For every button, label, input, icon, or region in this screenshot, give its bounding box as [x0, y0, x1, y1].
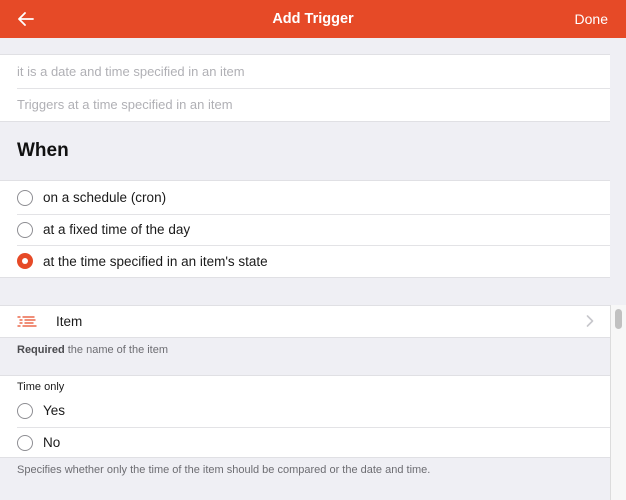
option-label: at a fixed time of the day: [43, 222, 191, 237]
radio-checked-icon: [17, 253, 33, 269]
option-fixed-time[interactable]: at a fixed time of the day: [0, 214, 610, 245]
option-schedule-cron[interactable]: on a schedule (cron): [0, 181, 610, 214]
option-label: at the time specified in an item's state: [43, 253, 268, 269]
item-help-text: Required the name of the item: [17, 344, 168, 356]
item-label: Item: [56, 314, 83, 329]
navbar: Add Trigger Done: [0, 0, 626, 38]
option-time-only-yes[interactable]: Yes: [0, 394, 610, 427]
time-only-group: Time only Yes No: [0, 375, 610, 458]
when-options-group: on a schedule (cron) at a fixed time of …: [0, 180, 610, 278]
option-time-only-no[interactable]: No: [0, 427, 610, 458]
time-only-label: Time only: [17, 381, 65, 393]
radio-unchecked-icon: [17, 434, 33, 451]
required-label: Required: [17, 344, 65, 356]
description-field[interactable]: Triggers at a time specified in an item: [0, 88, 610, 121]
when-section-header: When: [0, 122, 610, 180]
item-group: Item: [0, 305, 610, 338]
description-field-placeholder: Triggers at a time specified in an item: [17, 97, 233, 112]
radio-unchecked-icon: [17, 221, 33, 238]
scrollbar-thumb[interactable]: [615, 309, 622, 329]
arrow-left-icon: [18, 12, 34, 26]
item-selector[interactable]: Item: [0, 306, 610, 337]
radio-unchecked-icon: [17, 402, 33, 419]
time-only-help-text: Specifies whether only the time of the i…: [17, 464, 431, 476]
chevron-right-icon: [586, 315, 594, 327]
trigger-fields-group: it is a date and time specified in an it…: [0, 54, 610, 122]
option-item-state-time[interactable]: at the time specified in an item's state: [0, 245, 610, 277]
page-title: Add Trigger: [272, 11, 354, 27]
scrollbar[interactable]: [610, 305, 626, 500]
label-field-placeholder: it is a date and time specified in an it…: [17, 64, 245, 79]
back-button[interactable]: [14, 8, 38, 30]
done-button[interactable]: Done: [575, 0, 608, 38]
option-label: on a schedule (cron): [43, 190, 167, 205]
label-field[interactable]: it is a date and time specified in an it…: [0, 55, 610, 88]
option-label: No: [43, 435, 61, 450]
option-label: Yes: [43, 403, 66, 418]
item-help-description: the name of the item: [64, 344, 169, 356]
when-header-label: When: [17, 140, 69, 161]
radio-unchecked-icon: [17, 189, 33, 206]
list-icon: [17, 315, 37, 327]
